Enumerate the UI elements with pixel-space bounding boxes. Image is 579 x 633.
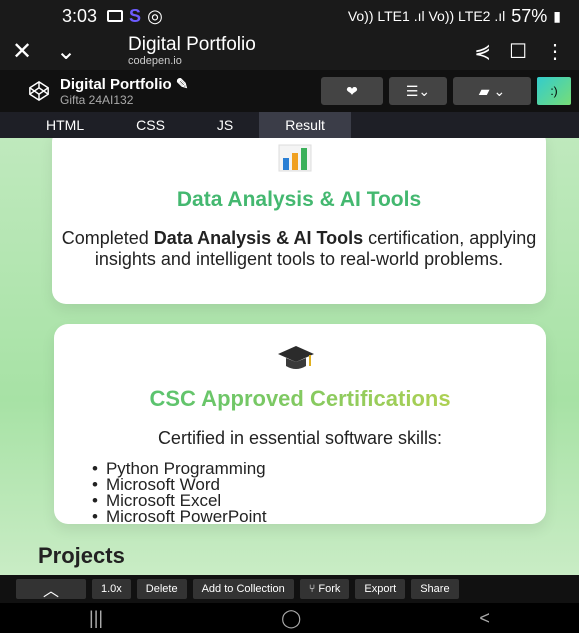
view-options-button[interactable]: ☰⌄	[389, 77, 447, 105]
card-heading: Data Analysis & AI Tools	[176, 188, 422, 211]
chevron-up-icon: ︿	[42, 583, 59, 600]
status-bar: 3:03 S ◎ Vo)) LTE1 .ıl Vo)) LTE2 .ıl 57%…	[0, 0, 579, 32]
pen-action-buttons: ❤ ☰⌄ ▰ ⌄ :)	[321, 77, 579, 105]
browser-app-bar: ✕ ⌄ Digital Portfolio codepen.io ⋞ ☐ ⋮	[0, 32, 579, 70]
more-icon[interactable]: ⋮	[545, 39, 565, 64]
projects-heading: Projects	[38, 543, 125, 568]
tab-js[interactable]: JS	[191, 112, 259, 138]
share-button[interactable]: Share	[411, 579, 459, 599]
zoom-button[interactable]: 1.0x	[92, 579, 131, 599]
fork-button[interactable]: ⑂ Fork	[299, 579, 350, 599]
list-item: Microsoft PowerPoint	[92, 508, 546, 525]
close-icon[interactable]: ✕	[0, 37, 44, 66]
tab-css[interactable]: CSS	[110, 112, 191, 138]
whatsapp-icon: ◎	[147, 5, 163, 26]
graduation-cap-icon	[278, 346, 314, 369]
delete-button[interactable]: Delete	[136, 579, 187, 599]
gallery-icon	[107, 10, 124, 22]
export-button[interactable]: Export	[355, 579, 406, 599]
pen-title[interactable]: Digital Portfolio ✎	[60, 75, 188, 93]
battery-percent: 57%	[511, 5, 548, 26]
chevron-down-icon[interactable]: ⌄	[44, 37, 88, 66]
bar-chart-icon	[278, 144, 312, 172]
result-pane: Data Analysis & AI Tools Completed Data …	[0, 138, 579, 575]
layout-icon: ☰⌄	[405, 82, 431, 99]
codepen-header: Digital Portfolio ✎ Gifta 24AI132 ❤ ☰⌄ ▰…	[0, 70, 579, 112]
editor-tabs: HTML CSS JS Result	[0, 112, 579, 138]
card-description: Certified in essential software skills:	[157, 428, 443, 448]
page-url: codepen.io	[128, 55, 182, 67]
s-app-icon: S	[129, 5, 142, 26]
share-icon[interactable]: ⋞	[474, 39, 491, 64]
heart-button[interactable]: ❤	[321, 77, 383, 105]
certification-card-csc: CSC Approved Certifications Certified in…	[54, 324, 546, 525]
battery-icon: ▮	[553, 7, 561, 24]
heart-icon: ❤	[346, 82, 358, 99]
avatar[interactable]: :)	[537, 77, 571, 105]
card-heading: CSC Approved Certifications	[54, 386, 546, 412]
tab-html[interactable]: HTML	[20, 112, 110, 138]
collapse-button[interactable]: ︿	[16, 579, 86, 600]
status-time: 3:03	[62, 5, 98, 26]
recents-icon[interactable]: |||	[89, 608, 103, 629]
bookmark-icon: ▰ ⌄	[478, 82, 506, 99]
pen-info: Digital Portfolio ✎ Gifta 24AI132	[60, 75, 188, 107]
collection-button[interactable]: ▰ ⌄	[453, 77, 531, 105]
bottom-toolbar: ︿ 1.0x Delete Add to Collection ⑂ Fork E…	[0, 575, 579, 603]
app-bar-actions: ⋞ ☐ ⋮	[474, 39, 579, 64]
add-to-collection-button[interactable]: Add to Collection	[192, 579, 294, 599]
home-icon[interactable]: ◯	[281, 608, 301, 629]
card-description: Completed Data Analysis & AI Tools certi…	[61, 228, 537, 269]
notification-icons: S ◎	[107, 6, 163, 27]
system-icons: Vo)) LTE1 .ıl Vo)) LTE2 .ıl 57% ▮	[348, 6, 561, 27]
pen-author[interactable]: Gifta 24AI132	[60, 93, 188, 107]
codepen-logo-icon	[29, 80, 49, 102]
back-icon[interactable]: <	[479, 608, 490, 629]
system-nav-bar: ||| ◯ <	[0, 603, 579, 633]
tab-result[interactable]: Result	[259, 112, 351, 138]
certification-card-data-analysis: Data Analysis & AI Tools Completed Data …	[52, 138, 546, 304]
bookmark-icon[interactable]: ☐	[509, 39, 527, 64]
fork-icon: ⑂	[308, 583, 319, 595]
page-title-block: Digital Portfolio codepen.io	[128, 35, 256, 67]
signal-icons: Vo)) LTE1 .ıl Vo)) LTE2 .ıl	[347, 8, 506, 24]
skills-list: Python Programming Microsoft Word Micros…	[54, 460, 546, 525]
page-title: Digital Portfolio	[128, 34, 256, 55]
